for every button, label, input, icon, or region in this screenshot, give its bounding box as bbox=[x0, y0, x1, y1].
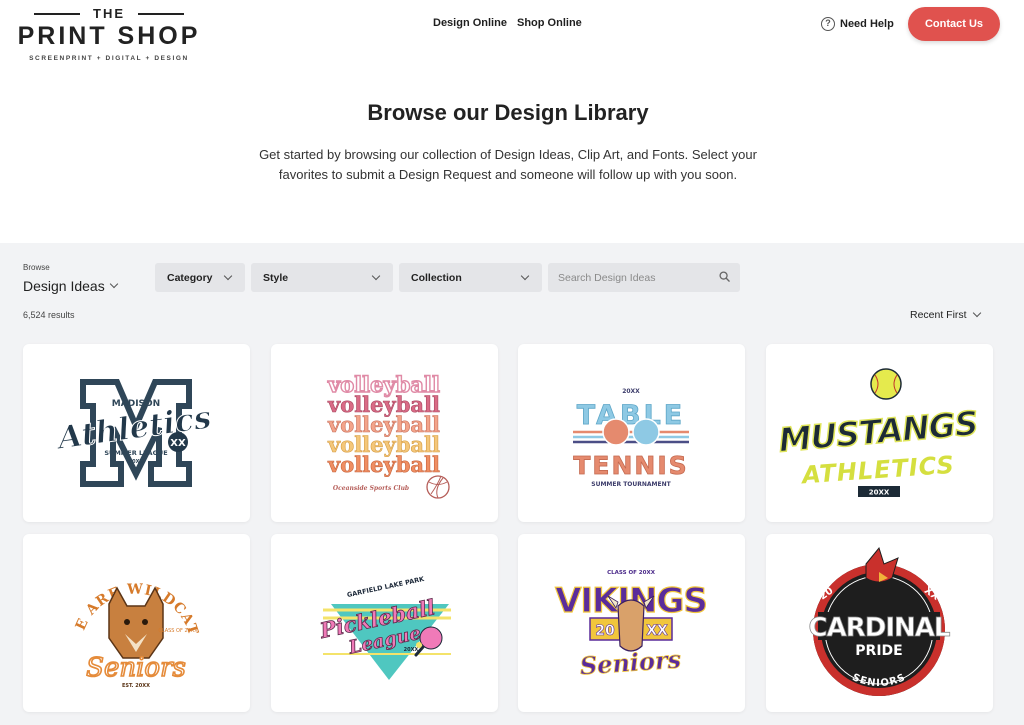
category-filter-label: Category bbox=[167, 271, 213, 284]
design-card-pickleball-league[interactable]: GARFIELD LAKE PARK Pickleball League 20X… bbox=[271, 534, 498, 712]
cardinal-pride-design: 20 XX CARDINAL PRIDE SENIORS bbox=[808, 546, 951, 696]
design-card-volleyball[interactable]: volleyball volleyball volleyball volleyb… bbox=[271, 344, 498, 522]
design-text: CLASS OF 20XX bbox=[607, 570, 656, 576]
contact-us-button[interactable]: Contact Us bbox=[908, 7, 1000, 41]
design-text: SUMMER LEAGUE bbox=[104, 449, 167, 457]
nav-shop-online[interactable]: Shop Online bbox=[517, 17, 582, 29]
nav-design-online[interactable]: Design Online bbox=[433, 17, 507, 29]
vikings-seniors-design: CLASS OF 20XX VIKINGS 20 XX Seniors bbox=[554, 570, 708, 681]
search-icon[interactable] bbox=[719, 271, 730, 282]
design-text: Oceanside Sports Club bbox=[333, 485, 409, 492]
style-filter-label: Style bbox=[263, 271, 289, 284]
mustangs-athletics-design: MUSTANGS ATHLETICS 20XX bbox=[776, 368, 980, 497]
volleyball-design: volleyball volleyball volleyball volleyb… bbox=[326, 371, 450, 499]
design-text: GARFIELD LAKE PARK bbox=[346, 575, 426, 599]
design-card-wildcats-seniors[interactable]: WE ARE WILDCATS CLASS OF 20XX Seniors ES… bbox=[23, 534, 250, 712]
collection-filter-label: Collection bbox=[411, 271, 462, 284]
search-box bbox=[548, 263, 740, 292]
table-tennis-design: 20XX TABLE TENNIS SUMMER TOURNAMENT bbox=[573, 388, 689, 488]
style-filter[interactable]: Style bbox=[251, 263, 393, 292]
need-help-label: Need Help bbox=[840, 18, 894, 30]
logo-the-row: THE bbox=[34, 6, 184, 21]
page-title: Browse our Design Library bbox=[367, 100, 649, 125]
chevron-down-icon bbox=[972, 308, 981, 318]
page-subtitle: Get started by browsing our collection o… bbox=[259, 147, 757, 182]
print-shop-logo[interactable]: THE PRINT SHOP SCREENPRINT + DIGITAL + D… bbox=[14, 4, 204, 66]
sort-label: Recent First bbox=[910, 309, 967, 321]
pickleball-league-design: GARFIELD LAKE PARK Pickleball League 20X… bbox=[316, 575, 451, 680]
logo-rule-right bbox=[138, 13, 184, 15]
browse-label: Browse bbox=[23, 263, 50, 272]
logo-tagline: SCREENPRINT + DIGITAL + DESIGN bbox=[29, 55, 189, 62]
collection-filter[interactable]: Collection bbox=[399, 263, 542, 292]
category-filter[interactable]: Category bbox=[155, 263, 245, 292]
chevron-down-icon bbox=[520, 271, 530, 280]
sort-dropdown[interactable]: Recent First bbox=[910, 308, 981, 321]
browse-type-value: Design Ideas bbox=[23, 278, 105, 294]
chevron-down-icon bbox=[223, 271, 233, 280]
design-text: CARDINAL bbox=[809, 613, 950, 643]
design-text: 20XX bbox=[129, 459, 144, 465]
design-text: XX bbox=[170, 438, 186, 449]
design-text: Seniors bbox=[579, 644, 683, 680]
search-input[interactable] bbox=[558, 271, 708, 284]
need-help-link[interactable]: ? Need Help bbox=[821, 16, 894, 32]
design-text: XX bbox=[646, 623, 668, 639]
wildcats-seniors-design: WE ARE WILDCATS CLASS OF 20XX Seniors ES… bbox=[23, 534, 200, 689]
design-card-table-tennis[interactable]: 20XX TABLE TENNIS SUMMER TOURNAMENT bbox=[518, 344, 745, 522]
design-text: CLASS OF 20XX bbox=[158, 628, 198, 634]
site-header: THE PRINT SHOP SCREENPRINT + DIGITAL + D… bbox=[0, 0, 1024, 70]
design-card-vikings-seniors[interactable]: CLASS OF 20XX VIKINGS 20 XX Seniors bbox=[518, 534, 745, 712]
browse-type-dropdown[interactable]: Design Ideas bbox=[23, 278, 118, 294]
viking-head-icon bbox=[617, 599, 645, 652]
question-circle-icon: ? bbox=[821, 17, 835, 31]
madison-athletics-design: MADISON Athletics XX SUMMER LEAGUE 20XX bbox=[52, 379, 214, 487]
design-text: volleyball bbox=[327, 452, 440, 477]
design-card-madison-athletics[interactable]: MADISON Athletics XX SUMMER LEAGUE 20XX bbox=[23, 344, 250, 522]
chevron-down-icon bbox=[109, 279, 118, 289]
design-text: TABLE bbox=[577, 400, 685, 431]
design-text: EST. 20XX bbox=[122, 683, 150, 689]
design-text: ATHLETICS bbox=[799, 451, 955, 490]
design-card-cardinal-pride[interactable]: 20 XX CARDINAL PRIDE SENIORS bbox=[766, 534, 993, 712]
design-text: PRIDE bbox=[855, 643, 902, 659]
design-catalog: Browse Design Ideas 6,524 results Catego… bbox=[0, 243, 1024, 725]
logo-wordmark: PRINT SHOP bbox=[17, 22, 201, 50]
design-text: 20XX bbox=[404, 647, 419, 653]
softball-icon bbox=[870, 368, 902, 400]
design-text: SUMMER TOURNAMENT bbox=[591, 481, 671, 488]
design-card-mustangs-athletics[interactable]: MUSTANGS ATHLETICS 20XX bbox=[766, 344, 993, 522]
chevron-down-icon bbox=[371, 271, 381, 280]
design-text: 20XX bbox=[622, 388, 640, 395]
results-count: 6,524 results bbox=[23, 310, 75, 320]
design-text: Seniors bbox=[86, 653, 186, 683]
design-text: TENNIS bbox=[573, 451, 688, 480]
design-text: 20 bbox=[595, 623, 615, 639]
design-text: 20XX bbox=[869, 489, 890, 497]
